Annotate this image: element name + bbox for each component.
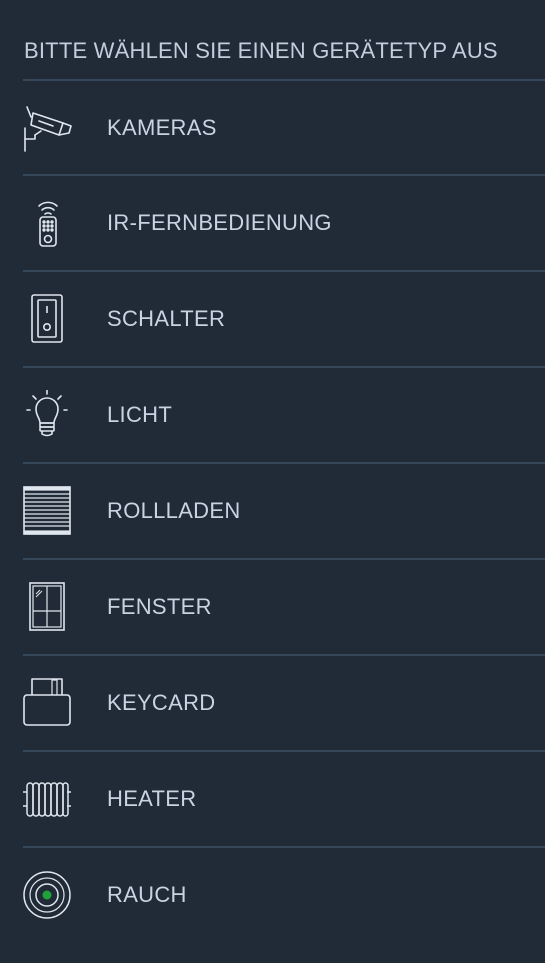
- device-type-label: LICHT: [107, 402, 173, 427]
- device-type-label: HEATER: [107, 786, 197, 811]
- device-type-item-licht[interactable]: LICHT: [23, 366, 545, 462]
- radiator-icon: [23, 774, 73, 824]
- device-type-label: RAUCH: [107, 882, 187, 907]
- device-type-label: ROLLLADEN: [107, 498, 241, 523]
- remote-control-icon: [23, 198, 73, 248]
- smoke-detector-icon: [23, 870, 73, 920]
- switch-icon: [23, 294, 73, 344]
- device-type-item-heater[interactable]: HEATER: [23, 750, 545, 846]
- device-type-item-ir-fernbedienung[interactable]: IR-FERNBEDIENUNG: [23, 174, 545, 270]
- device-type-item-rollladen[interactable]: ROLLLADEN: [23, 462, 545, 558]
- device-type-list: KAMERAS IR-FERNBEDIENUNG SCHALTER LICHT …: [23, 79, 545, 942]
- keycard-icon: [23, 678, 73, 728]
- lightbulb-icon: [23, 390, 73, 440]
- device-type-label: KAMERAS: [107, 114, 217, 140]
- page-title: BITTE WÄHLEN SIE EINEN GERÄTETYP AUS: [24, 38, 498, 63]
- device-type-item-keycard[interactable]: KEYCARD: [23, 654, 545, 750]
- window-icon: [23, 582, 73, 632]
- roller-shutter-icon: [23, 486, 73, 536]
- device-type-label: FENSTER: [107, 594, 212, 619]
- device-type-item-fenster[interactable]: FENSTER: [23, 558, 545, 654]
- device-type-label: SCHALTER: [107, 306, 226, 331]
- device-type-label: KEYCARD: [107, 690, 216, 715]
- camera-icon: [23, 103, 73, 153]
- device-type-item-kameras[interactable]: KAMERAS: [23, 79, 545, 174]
- device-type-item-schalter[interactable]: SCHALTER: [23, 270, 545, 366]
- device-type-label: IR-FERNBEDIENUNG: [107, 210, 332, 235]
- device-type-item-rauch[interactable]: RAUCH: [23, 846, 545, 942]
